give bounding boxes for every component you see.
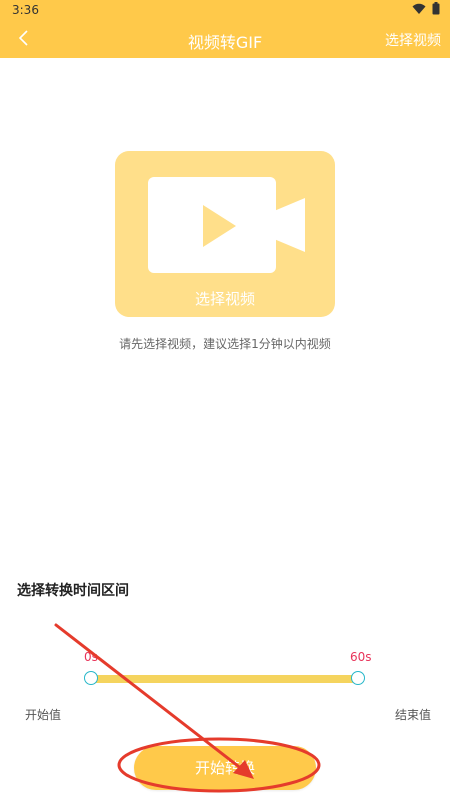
hint-text: 请先选择视频，建议选择1分钟以内视频 [119, 337, 331, 351]
wifi-icon [412, 3, 426, 14]
status-icons [412, 2, 440, 15]
video-picker[interactable]: 选择视频 [115, 151, 335, 317]
app-bar: 视频转GIF 选择视频 [0, 20, 450, 58]
end-value: 60s [350, 650, 372, 664]
video-picker-label: 选择视频 [194, 290, 255, 308]
range-start-handle[interactable] [84, 671, 98, 685]
end-label: 结束值 [394, 708, 431, 722]
video-camera-icon [148, 177, 305, 273]
range-title: 选择转换时间区间 [17, 583, 129, 599]
status-time: 3:36 [12, 3, 39, 17]
select-video-action[interactable]: 选择视频 [385, 30, 441, 50]
start-value: 0s [84, 650, 98, 664]
start-label: 开始值 [25, 708, 62, 722]
status-bar: 3:36 [0, 0, 450, 20]
start-convert-button[interactable]: 开始转换 [134, 746, 316, 790]
range-slider-track[interactable] [91, 675, 358, 683]
battery-icon [432, 2, 440, 15]
range-end-handle[interactable] [351, 671, 365, 685]
page-title: 视频转GIF [187, 33, 263, 52]
